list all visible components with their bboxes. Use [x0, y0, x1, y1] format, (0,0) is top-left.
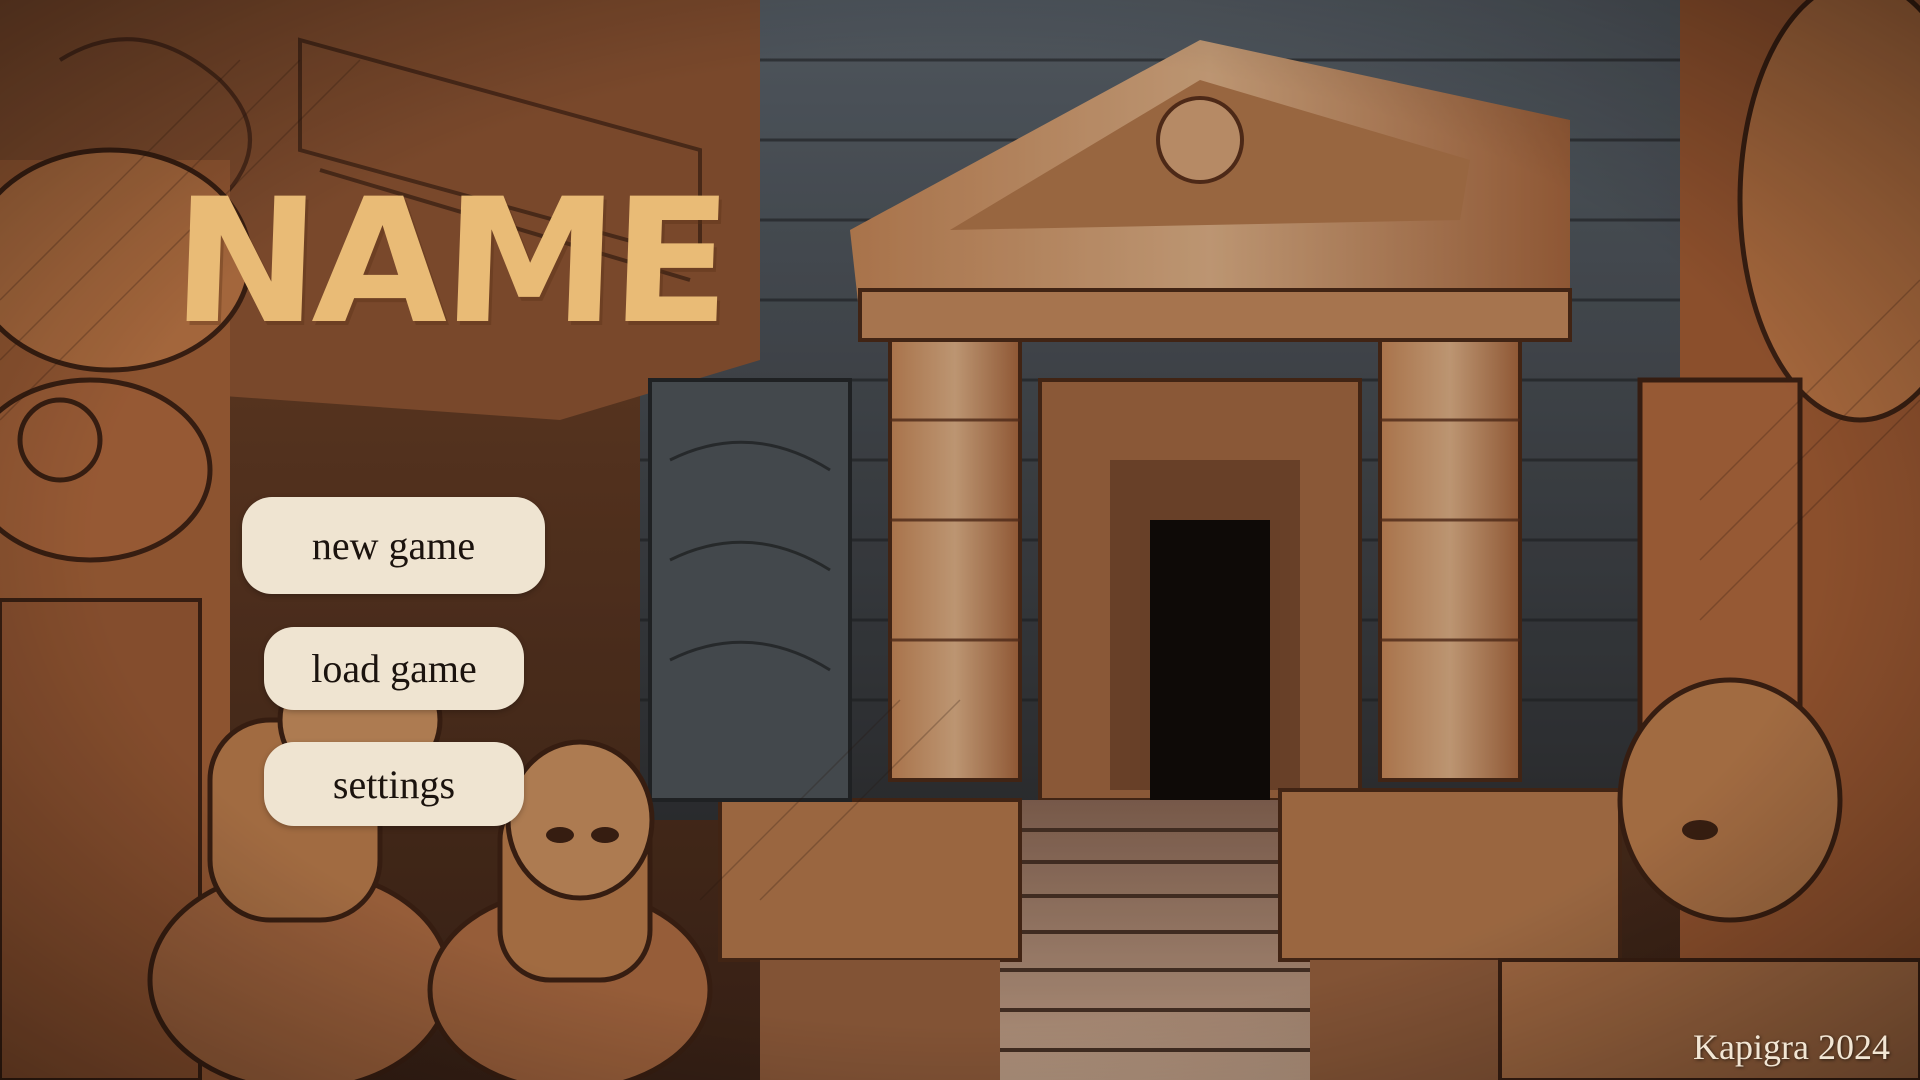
settings-button-label: settings — [332, 761, 456, 807]
load-game-button-label: load game — [311, 646, 477, 691]
studio-credit: Kapigra 2024 — [1693, 1027, 1890, 1067]
new-game-button[interactable]: new game — [242, 497, 545, 594]
settings-button[interactable]: settings — [264, 742, 524, 826]
main-menu-screen: NAME new game load game settings Kapigra… — [0, 0, 1920, 1080]
game-title: NAME — [169, 161, 729, 362]
load-game-button[interactable]: load game — [264, 627, 524, 710]
new-game-button-label: new game — [311, 523, 476, 568]
